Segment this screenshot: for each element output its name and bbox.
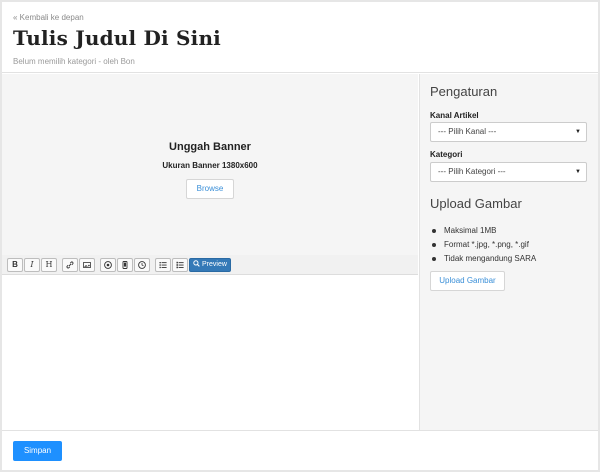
- link-button[interactable]: [62, 258, 78, 272]
- video-button[interactable]: [100, 258, 116, 272]
- numbered-list-icon: [176, 261, 184, 269]
- settings-sidebar: Pengaturan Kanal Artikel --- Pilih Kanal…: [419, 74, 598, 430]
- video-icon: [104, 261, 112, 269]
- bullet-list-icon: [159, 262, 167, 269]
- bullet-icon: [432, 257, 436, 261]
- list-item: Tidak mengandung SARA: [430, 252, 590, 266]
- category-select[interactable]: --- Pilih Kategori --- ▼: [430, 162, 587, 182]
- upload-image-button[interactable]: Upload Gambar: [430, 271, 505, 291]
- italic-button[interactable]: I: [24, 258, 40, 272]
- category-label: Kategori: [430, 150, 463, 159]
- bold-button[interactable]: B: [7, 258, 23, 272]
- preview-label: Preview: [202, 261, 227, 268]
- link-icon: [66, 261, 74, 269]
- heading-button[interactable]: H: [41, 258, 57, 272]
- page-footer: Simpan: [2, 430, 598, 470]
- bullet-list-button[interactable]: [155, 258, 171, 272]
- list-item: Maksimal 1MB: [430, 224, 590, 238]
- chevron-down-icon: ▼: [575, 129, 581, 135]
- chevron-down-icon: ▼: [575, 169, 581, 175]
- mobile-icon: [122, 261, 128, 269]
- browse-button[interactable]: Browse: [186, 179, 234, 199]
- search-icon: [193, 260, 200, 267]
- image-icon: [83, 262, 91, 268]
- channel-label: Kanal Artikel: [430, 111, 479, 120]
- clock-button[interactable]: [134, 258, 150, 272]
- banner-upload-area: Unggah Banner Ukuran Banner 1380x600 Bro…: [2, 74, 418, 255]
- bullet-icon: [432, 243, 436, 247]
- settings-title: Pengaturan: [430, 84, 498, 99]
- article-meta: Belum memilih kategori - oleh Bon: [13, 57, 135, 66]
- category-select-value: --- Pilih Kategori ---: [438, 167, 506, 176]
- bullet-icon: [432, 229, 436, 233]
- page-title[interactable]: Tulis Judul Di Sini: [13, 26, 221, 50]
- article-body-editor[interactable]: [2, 276, 418, 430]
- save-button[interactable]: Simpan: [13, 441, 62, 461]
- page-header: « Kembali ke depan Tulis Judul Di Sini B…: [2, 2, 598, 73]
- image-button[interactable]: [79, 258, 95, 272]
- list-item: Format *.jpg, *.png, *.gif: [430, 238, 590, 252]
- numbered-list-button[interactable]: [172, 258, 188, 272]
- editor-page: « Kembali ke depan Tulis Judul Di Sini B…: [2, 2, 598, 470]
- channel-select[interactable]: --- Pilih Kanal --- ▼: [430, 122, 587, 142]
- editor-toolbar: B I H Preview: [2, 255, 418, 275]
- banner-size-hint: Ukuran Banner 1380x600: [162, 161, 258, 170]
- upload-rules-list: Maksimal 1MB Format *.jpg, *.png, *.gif …: [430, 224, 590, 266]
- upload-title: Upload Gambar: [430, 196, 522, 211]
- banner-title: Unggah Banner: [169, 141, 251, 153]
- clock-icon: [138, 261, 146, 269]
- channel-select-value: --- Pilih Kanal ---: [438, 127, 497, 136]
- back-link[interactable]: « Kembali ke depan: [13, 13, 84, 22]
- mobile-button[interactable]: [117, 258, 133, 272]
- preview-button[interactable]: Preview: [189, 258, 231, 272]
